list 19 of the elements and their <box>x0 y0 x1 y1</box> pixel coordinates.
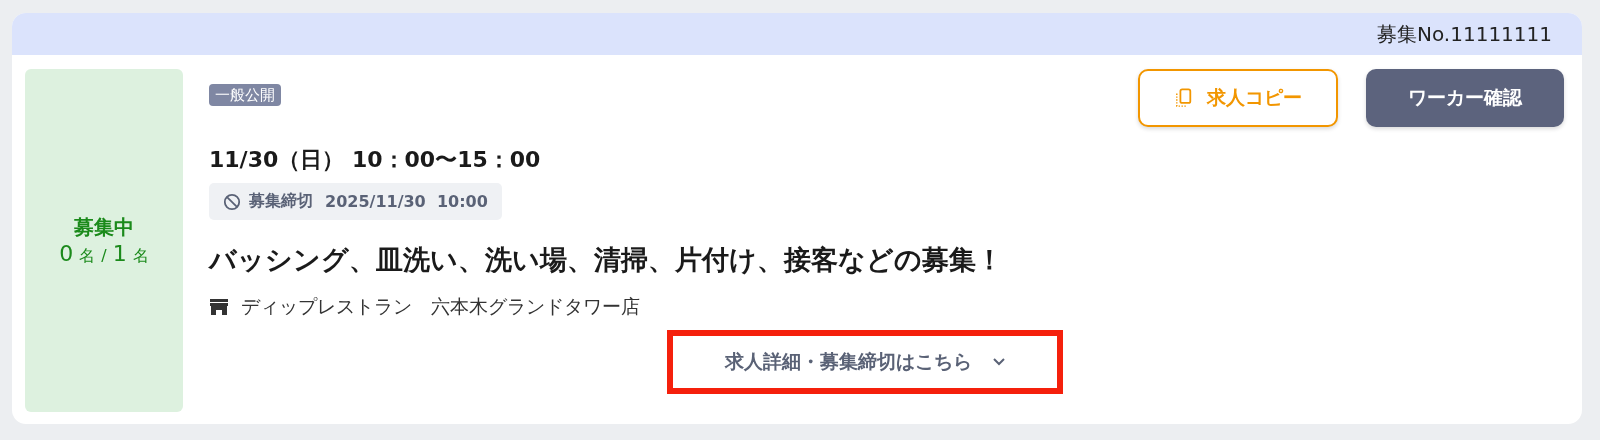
recruit-number: 募集No.11111111 <box>1377 20 1552 48</box>
store-icon <box>209 298 229 316</box>
status-label: 募集中 <box>74 214 134 241</box>
worker-check-button[interactable]: ワーカー確認 <box>1366 69 1564 127</box>
store-name: ディップレストラン 六本木グランドタワー店 <box>241 294 640 319</box>
chevron-icon <box>991 357 1006 367</box>
copy-icon <box>1174 88 1193 108</box>
deadline-label: 募集締切 <box>249 191 313 212</box>
capacity-count: 1 <box>112 241 127 266</box>
unit-label: 名 <box>132 246 149 267</box>
prohibited-icon <box>223 192 241 211</box>
details-toggle[interactable]: 求人詳細・募集締切はこちら <box>667 330 1063 394</box>
deadline-date: 2025/11/30 10:00 <box>325 192 488 211</box>
unit-label: 名 <box>79 246 96 267</box>
job-title: バッシング、皿洗い、洗い場、清掃、片付け、接客などの募集！ <box>209 243 1004 277</box>
schedule-text: 11/30（日） 10：00〜15：00 <box>209 146 542 174</box>
separator: / <box>101 246 107 265</box>
visibility-badge: 一般公開 <box>209 84 281 106</box>
filled-count: 0 <box>59 241 74 266</box>
